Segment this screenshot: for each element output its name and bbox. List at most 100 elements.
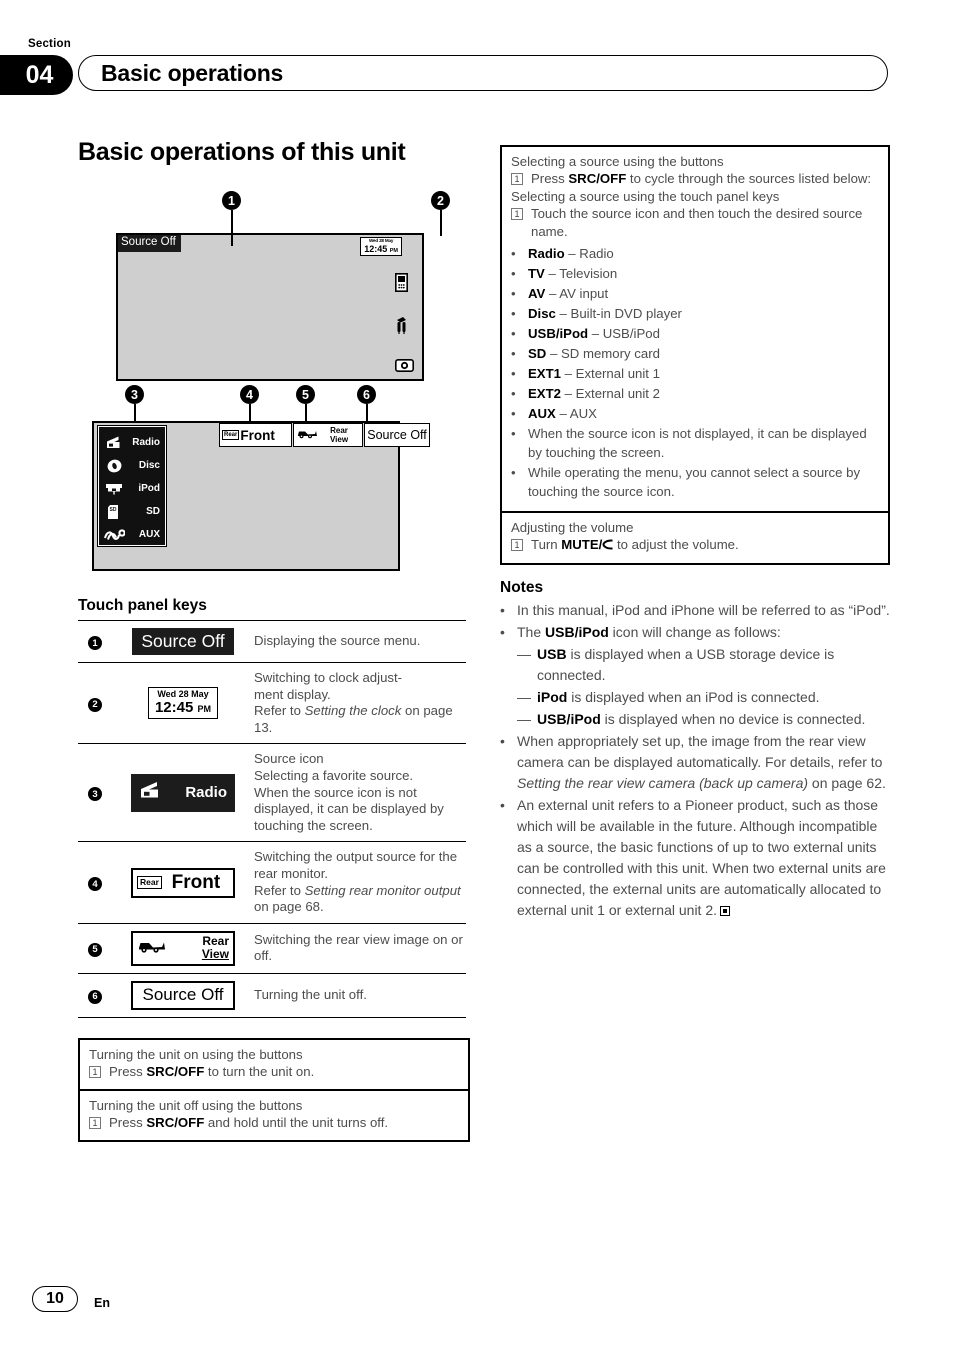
list-item: — iPod is displayed when an iPod is conne… [517,689,820,705]
leader-line-1 [230,210,233,246]
callout-2: 2 [431,191,450,210]
row-key-cell: Rear View [112,923,254,974]
step-number: 1 [89,1116,101,1129]
key-rear-view[interactable]: Rear View [131,930,235,966]
desc-italic-ref: Setting the clock [304,703,402,719]
page-number: 10 [32,1286,78,1312]
desc-line: Selecting a favorite source. [254,767,414,783]
left-column: Basic operations of this unit 1 2 Source… [78,138,470,1142]
leader-line-4 [248,404,251,423]
volume-knob-icon [602,537,613,555]
list-item: • Disc – Built-in DVD player [511,306,682,321]
list-item: • While operating the menu, you cannot se… [511,465,861,499]
table-row: 3 Radio Source icon Selecting a favorite… [78,743,466,843]
box-step: 1 Press SRC/OFF and hold until the unit … [89,1114,459,1132]
leader-line-6 [365,404,368,423]
left-instruction-boxes: Turning the unit on using the buttons 1 … [78,1037,470,1142]
rear-tag-label: Rear [137,875,162,890]
touch-panel-keys-heading: Touch panel keys [78,597,207,614]
step-text: Press SRC/OFF to cycle through the sourc… [531,171,872,186]
section-number-badge: 04 [0,55,73,95]
section-label: Section [28,38,71,50]
box-heading: Turning the unit on using the buttons [89,1046,303,1062]
table-row: 6 Source Off Turning the unit off. [78,973,466,1018]
callout-1: 1 [222,191,241,210]
source-item-radio[interactable]: Radio [102,431,162,454]
row-number-cell: 6 [78,973,112,1018]
list-item: • SD – SD memory card [511,346,660,361]
key-source-off-outline[interactable]: Source Off [131,980,235,1010]
leader-line-5 [304,404,307,423]
step-text: Press SRC/OFF to turn the unit on. [109,1063,315,1079]
row-desc-cell: Turning the unit off. [254,973,466,1018]
turn-on-box: Turning the unit on using the buttons 1 … [78,1037,470,1091]
list-item: • An external unit refers to a Pioneer pr… [500,797,886,918]
source-menu-panel: Radio Disc iPod SD SD AUX [97,425,167,547]
box-step: 1 Turn MUTE/ to adjust the volume. [511,536,879,555]
phone-icon[interactable] [395,273,415,297]
step-number: 1 [511,173,523,185]
step-text: Turn MUTE/ to adjust the volume. [531,536,739,555]
language-label: En [94,1295,110,1310]
source-item-label: AUX [138,529,160,540]
leader-line-2 [439,210,442,236]
key-source-off-black[interactable]: Source Off [132,628,234,655]
key-radio-label: Radio [185,784,227,802]
list-item: • EXT1 – External unit 1 [511,366,660,381]
car-icon [137,938,167,959]
row-desc-cell: Source icon Selecting a favorite source.… [254,743,466,843]
page-header: Section 04 Basic operations [0,34,954,95]
notes-list: • In this manual, iPod and iPhone will be… [500,600,890,921]
tools-icon[interactable] [395,316,415,340]
key-clock[interactable]: Wed 28 May 12:45 PM [147,687,219,720]
row-key-cell: Source Off [112,973,254,1018]
table-row: 5 Rear View Switching the rear view image… [78,923,466,974]
desc-line: ment display. [254,686,331,702]
key-rear-front[interactable]: Rear Front [131,867,235,898]
source-item-aux[interactable]: AUX [102,523,162,546]
step-number: 1 [511,539,523,551]
row-number-cell: 3 [78,743,112,843]
source-item-ipod[interactable]: iPod [102,477,162,500]
callout-6: 6 [357,385,376,404]
row-number-cell: 4 [78,841,112,924]
desc-italic-ref: Setting rear monitor output [304,882,461,898]
rear-view-button[interactable]: Rear View [293,423,363,447]
list-item: • When appropriately set up, the image fr… [500,733,886,791]
step-number: 1 [89,1065,101,1078]
figure-source-off-screen: 1 2 Source Off Wed 28 May 12:45 PM [78,183,470,381]
row-key-cell: Wed 28 May 12:45 PM [112,662,254,745]
source-item-sd[interactable]: SD SD [102,500,162,523]
front-label: Front [240,427,275,443]
ipod-icon [102,482,126,496]
sd-icon: SD [102,504,126,520]
adjusting-volume-box: Adjusting the volume 1 Turn MUTE/ to adj… [500,513,890,565]
screen-source-off-button[interactable]: Source Off [118,235,181,252]
table-row: 1 Source Off Displaying the source menu. [78,620,466,663]
front-label: Front [171,871,221,893]
row-key-cell: Source Off [112,620,254,663]
row-desc-cell: Switching the output source for the rear… [254,841,466,924]
list-item: • Radio – Radio [511,246,614,261]
leader-line-3 [133,404,136,423]
desc-line: Switching to clock adjust- [254,670,403,685]
list-item: • TV – Television [511,266,618,281]
screen-source-off-button-2[interactable]: Source Off [364,423,430,447]
row-desc-cell: Displaying the source menu. [254,620,466,663]
box-heading: Adjusting the volume [511,520,634,535]
source-item-disc[interactable]: Disc [102,454,162,477]
list-item: • AUX – AUX [511,406,597,421]
radio-icon [102,436,126,449]
key-radio-black[interactable]: Radio [131,773,235,812]
source-item-label: Disc [138,460,160,471]
desc-line: Source icon [254,751,324,767]
page-title: Basic operations of this unit [78,138,406,166]
screen-clock-time: 12:45 PM [364,243,398,254]
list-item: • When the source icon is not displayed, … [511,426,867,460]
desc-line: on page 68. [254,899,324,915]
camera-icon[interactable] [395,359,415,377]
screen-clock-widget[interactable]: Wed 28 May 12:45 PM [360,237,402,257]
source-item-label: Radio [132,437,160,448]
source-item-label: iPod [138,483,160,494]
rear-front-button[interactable]: Rear Front [219,423,292,447]
